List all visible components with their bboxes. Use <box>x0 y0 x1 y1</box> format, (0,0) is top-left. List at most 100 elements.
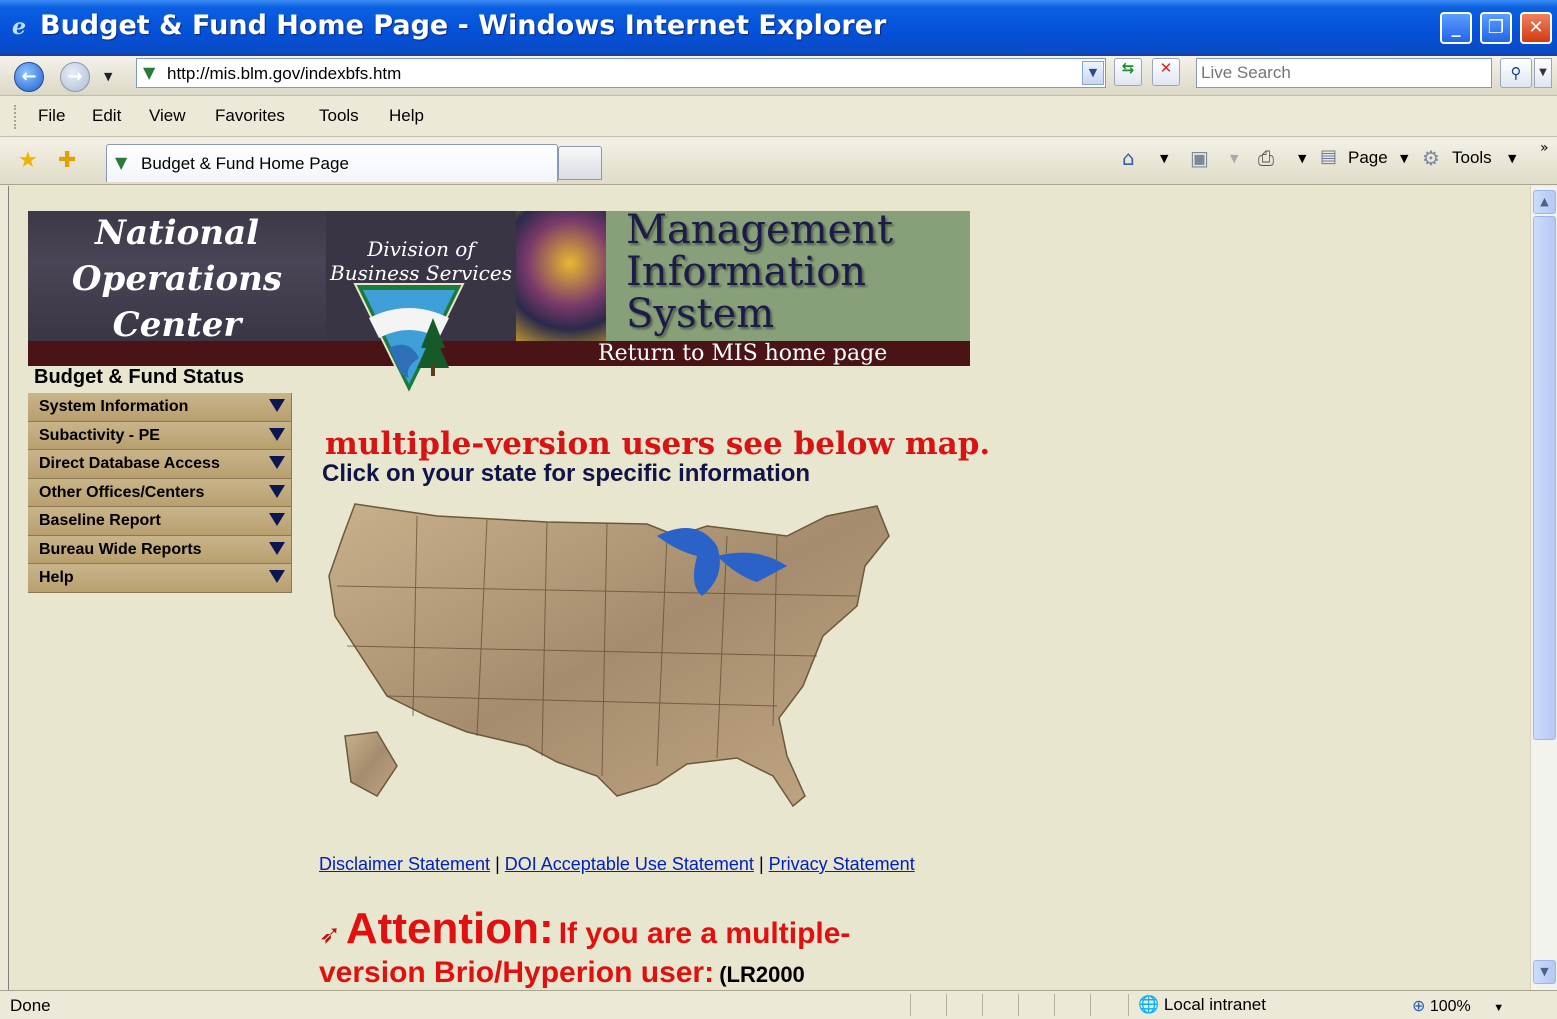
page-menu-label[interactable]: Page <box>1348 148 1388 168</box>
tools-dropdown-icon[interactable]: ▼ <box>1508 152 1516 165</box>
zoom-level[interactable]: ⊕ 100% ▼ <box>1412 996 1504 1016</box>
tab-budget-fund-home[interactable]: ▼ Budget & Fund Home Page <box>106 144 558 182</box>
disclaimer-link[interactable]: Disclaimer Statement <box>319 854 490 874</box>
favorites-center-icon[interactable]: ★ <box>18 148 38 173</box>
chevron-more-icon[interactable]: » <box>1540 140 1549 156</box>
address-url[interactable]: http://mis.blm.gov/indexbfs.htm <box>167 64 401 84</box>
status-divider <box>1128 994 1129 1016</box>
banner-noc-line2: Operations <box>71 259 283 299</box>
scroll-down-button[interactable]: ▼ <box>1533 960 1556 984</box>
print-dropdown-icon[interactable]: ▼ <box>1298 152 1306 165</box>
sidebar-item-direct-database-access[interactable]: Direct Database Access <box>28 450 292 479</box>
zoom-icon: ⊕ <box>1412 998 1426 1015</box>
zoom-dropdown-icon[interactable]: ▼ <box>1493 1002 1504 1014</box>
recent-pages-dropdown-icon[interactable]: ▼ <box>104 70 112 83</box>
sidebar-item-help[interactable]: Help <box>28 564 292 593</box>
tab-toolbar: ★ ✚ ▼ Budget & Fund Home Page ⌂ ▼ ▣ ▼ ⎙ … <box>0 138 1557 185</box>
page-content: National Operations Center Division of B… <box>8 186 1530 990</box>
close-button[interactable]: ✕ <box>1520 12 1552 44</box>
feeds-icon[interactable]: ▣ <box>1190 146 1209 170</box>
state-instruction: Click on your state for specific informa… <box>322 460 811 487</box>
search-box[interactable] <box>1196 58 1492 88</box>
link-separator: | <box>758 854 764 874</box>
sidebar-item-label: Direct Database Access <box>39 455 220 472</box>
menu-view[interactable]: View <box>149 106 186 126</box>
doi-acceptable-use-link[interactable]: DOI Acceptable Use Statement <box>505 854 754 874</box>
banner-dbs-line1: Division of <box>367 237 475 261</box>
status-divider <box>1018 994 1019 1016</box>
search-options-dropdown[interactable]: ▼ <box>1534 58 1552 88</box>
status-text: Done <box>10 996 51 1015</box>
status-divider <box>910 994 911 1016</box>
attention-text-line2: version Brio/Hyperion user: <box>319 956 715 989</box>
sidebar-title: Budget & Fund Status <box>34 366 244 388</box>
menu-bar: File Edit View Favorites Tools Help <box>0 97 1557 137</box>
new-tab-button[interactable] <box>558 146 602 180</box>
attention-notice: ➶ Attention: If you are a multiple- <box>319 904 850 954</box>
dropdown-arrow-icon <box>269 427 285 441</box>
tab-title: Budget & Fund Home Page <box>141 154 349 173</box>
back-button[interactable]: ← <box>14 62 44 92</box>
home-dropdown-icon[interactable]: ▼ <box>1160 152 1168 165</box>
refresh-button[interactable]: ⇆ <box>1114 58 1142 86</box>
sidebar-item-other-offices-centers[interactable]: Other Offices/Centers <box>28 478 292 507</box>
zone-label: Local intranet <box>1163 995 1266 1014</box>
sidebar-item-subactivity-pe[interactable]: Subactivity - PE <box>28 421 292 450</box>
scroll-thumb[interactable] <box>1533 216 1556 740</box>
add-to-favorites-icon[interactable]: ✚ <box>58 148 76 173</box>
stop-button[interactable]: ✕ <box>1152 58 1180 86</box>
window-title-bar: e Budget & Fund Home Page - Windows Inte… <box>0 0 1557 56</box>
page-dropdown-icon[interactable]: ▼ <box>1400 152 1408 165</box>
attention-notice-line2: version Brio/Hyperion user: (LR2000 <box>319 956 805 990</box>
minimize-button[interactable]: _ <box>1440 12 1472 44</box>
tools-menu-label[interactable]: Tools <box>1452 148 1492 168</box>
ie-logo-icon: e <box>12 14 26 40</box>
gear-icon: ⚙ <box>1422 146 1440 170</box>
sidebar-item-label: Subactivity - PE <box>39 426 160 444</box>
sidebar-item-label: Baseline Report <box>39 512 161 529</box>
multi-version-notice: multiple-version users see below map. <box>325 426 991 462</box>
dropdown-arrow-icon <box>269 541 285 555</box>
scroll-up-button[interactable]: ▲ <box>1533 190 1556 214</box>
us-state-map[interactable] <box>317 496 897 826</box>
sidebar-item-label: Bureau Wide Reports <box>39 540 202 558</box>
dropdown-arrow-icon <box>269 399 285 412</box>
menu-help[interactable]: Help <box>389 106 424 126</box>
menu-edit[interactable]: Edit <box>92 106 121 126</box>
window-title: Budget & Fund Home Page - Windows Intern… <box>40 10 887 41</box>
pushpin-icon: ➶ <box>319 920 341 950</box>
address-bar[interactable]: ▼ http://mis.blm.gov/indexbfs.htm <box>136 58 1106 88</box>
banner-noc-line3: Center <box>112 305 242 345</box>
toolbar-grip <box>14 105 16 129</box>
site-favicon-icon: ▼ <box>143 63 156 82</box>
zoom-value: 100% <box>1429 998 1471 1015</box>
menu-file[interactable]: File <box>38 106 65 126</box>
security-zone: 🌐 Local intranet <box>1138 995 1266 1015</box>
feeds-dropdown-icon[interactable]: ▼ <box>1230 152 1238 165</box>
footer-links: Disclaimer Statement | DOI Acceptable Us… <box>319 854 915 875</box>
attention-text-line1: If you are a multiple- <box>558 917 851 950</box>
maximize-button[interactable]: ❐ <box>1480 12 1512 44</box>
address-dropdown-button[interactable]: ▼ <box>1082 61 1104 85</box>
dropdown-arrow-icon <box>269 484 285 498</box>
link-separator: | <box>495 854 500 874</box>
sidebar-item-label: Help <box>39 569 74 586</box>
sidebar-item-system-information[interactable]: System Information <box>28 393 292 422</box>
globe-icon: 🌐 <box>1138 995 1160 1014</box>
return-mis-home-link[interactable]: Return to MIS home page <box>598 341 887 366</box>
search-button[interactable]: ⚲ <box>1500 58 1532 88</box>
print-icon[interactable]: ⎙ <box>1258 146 1274 170</box>
forward-button[interactable]: → <box>60 62 90 92</box>
banner-mis-line3: System <box>626 291 775 337</box>
blm-shield-logo <box>353 283 465 397</box>
menu-favorites[interactable]: Favorites <box>215 106 285 126</box>
page-icon: ▤ <box>1320 146 1338 167</box>
sidebar-item-bureau-wide-reports[interactable]: Bureau Wide Reports <box>28 535 292 564</box>
vertical-scrollbar[interactable]: ▲ ▼ <box>1530 186 1557 990</box>
sidebar-item-baseline-report[interactable]: Baseline Report <box>28 507 292 536</box>
menu-tools[interactable]: Tools <box>319 106 359 126</box>
privacy-link[interactable]: Privacy Statement <box>769 854 915 874</box>
home-icon[interactable]: ⌂ <box>1122 146 1135 170</box>
banner-mis-line1: Management <box>626 207 894 253</box>
search-input[interactable] <box>1201 63 1486 83</box>
